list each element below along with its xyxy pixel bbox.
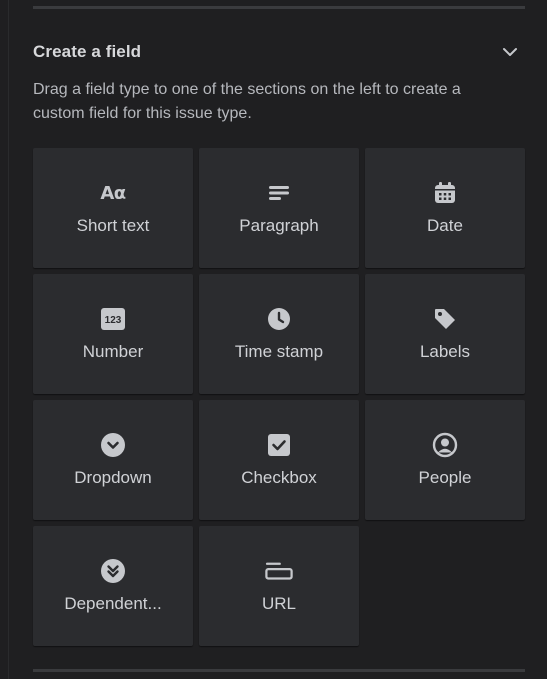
- field-type-number[interactable]: 123 Number: [33, 274, 193, 394]
- field-type-time-stamp[interactable]: Time stamp: [199, 274, 359, 394]
- field-type-people[interactable]: People: [365, 400, 525, 520]
- field-type-checkbox[interactable]: Checkbox: [199, 400, 359, 520]
- field-type-date[interactable]: Date: [365, 148, 525, 268]
- svg-text:123: 123: [105, 315, 122, 326]
- create-field-header[interactable]: Create a field: [33, 36, 525, 70]
- chevron-circle-icon: [99, 431, 127, 459]
- paragraph-icon: [265, 179, 293, 207]
- section-description: Drag a field type to one of the sections…: [33, 81, 461, 122]
- text-format-icon: Aα: [100, 182, 126, 204]
- tag-icon: [431, 305, 459, 333]
- field-type-dependent[interactable]: Dependent...: [33, 526, 193, 646]
- checkbox-icon: [265, 431, 293, 459]
- field-type-label: URL: [261, 594, 296, 613]
- calendar-icon: [431, 179, 459, 207]
- field-type-label: Dependent...: [64, 594, 162, 613]
- field-type-label: People: [418, 468, 472, 487]
- person-circle-icon: [431, 431, 459, 459]
- field-type-label: Time stamp: [234, 342, 324, 361]
- bottom-divider: [33, 669, 525, 672]
- field-type-short-text[interactable]: Aα Short text: [33, 148, 193, 268]
- field-type-labels[interactable]: Labels: [365, 274, 525, 394]
- field-type-label: Number: [82, 342, 144, 361]
- field-type-label: Short text: [76, 216, 150, 235]
- field-type-url[interactable]: URL: [199, 526, 359, 646]
- double-chevron-circle-icon: [99, 557, 127, 585]
- field-type-label: Checkbox: [241, 468, 317, 487]
- field-type-label: Dropdown: [74, 468, 152, 487]
- field-type-grid: Aα Short text Paragraph Date 123 Number …: [33, 148, 525, 646]
- top-divider: [33, 6, 525, 9]
- field-type-label: Date: [427, 216, 463, 235]
- clock-icon: [265, 305, 293, 333]
- field-type-label: Paragraph: [239, 216, 319, 235]
- field-type-dropdown[interactable]: Dropdown: [33, 400, 193, 520]
- field-type-paragraph[interactable]: Paragraph: [199, 148, 359, 268]
- number-icon: 123: [99, 305, 127, 333]
- section-title: Create a field: [33, 42, 142, 61]
- url-field-icon: [265, 557, 293, 585]
- field-type-label: Labels: [419, 342, 471, 361]
- create-field-panel: Create a field Drag a field type to one …: [8, 0, 547, 679]
- chevron-down-icon[interactable]: [501, 43, 519, 61]
